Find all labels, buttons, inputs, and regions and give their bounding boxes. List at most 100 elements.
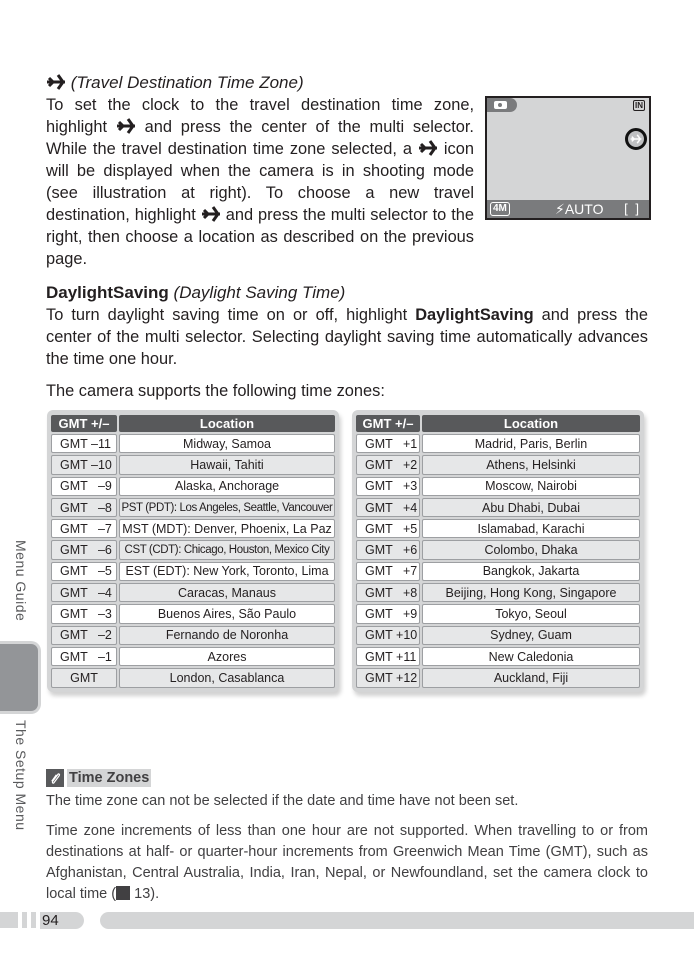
gmt-offset-cell: GMT [51, 668, 117, 688]
location-cell: EST (EDT): New York, Toronto, Lima [119, 561, 335, 582]
location-cell: Islamabad, Karachi [422, 519, 640, 539]
text-span: To turn daylight saving time on or off, … [46, 306, 416, 324]
note-header: Time Zones [46, 768, 152, 788]
location-cell: PST (PDT): Los Angeles, Seattle, Vancouv… [119, 497, 335, 518]
location-cell: Caracas, Manaus [119, 583, 335, 603]
location-cell: Hawaii, Tahiti [119, 455, 335, 475]
page-number: 94 [40, 912, 84, 929]
travel-destination-section: (Travel Destination Time Zone) To set th… [46, 72, 474, 270]
table-row: GMT –3 Buenos Aires, São Paulo [51, 604, 335, 624]
gmt-offset-cell: GMT –4 [51, 583, 117, 603]
image-size-badge: 4M [490, 202, 510, 216]
gmt-offset-cell: GMT +8 [356, 583, 420, 603]
table-row: GMT +4 Abu Dhabi, Dubai [356, 497, 640, 518]
gmt-offset-cell: GMT –8 [51, 497, 117, 518]
focus-area-brackets: [ ] [624, 201, 641, 216]
location-cell: Midway, Samoa [119, 434, 335, 454]
daylight-section-title: DaylightSaving (Daylight Saving Time) [46, 282, 648, 304]
daylight-saving-section: DaylightSaving (Daylight Saving Time) To… [46, 282, 648, 370]
gmt-offset-cell: GMT +11 [356, 646, 420, 667]
table-row: GMT –6 CST (CDT): Chicago, Houston, Mexic… [51, 540, 335, 560]
camera-screen-illustration: IN 4M ⚡AUTO [ ] [485, 96, 651, 220]
table-row: GMT +5 Islamabad, Karachi [356, 519, 640, 539]
table-row: GMT –4 Caracas, Manaus [51, 583, 335, 603]
camera-status-bar: 4M ⚡AUTO [ ] [487, 200, 649, 218]
location-cell: Abu Dhabi, Dubai [422, 497, 640, 518]
timezone-table: GMT +/– Location GMT –11 Midway, Samoa GMT… [49, 413, 337, 690]
travel-paragraph: To set the clock to the travel destinati… [46, 94, 474, 270]
footer-decoration [0, 912, 40, 928]
table-row: GMT +6 Colombo, Dhaka [356, 540, 640, 560]
header-location: Location [422, 415, 640, 432]
travel-section-title: (Travel Destination Time Zone) [46, 72, 474, 94]
footer-bar [31, 912, 36, 928]
gmt-offset-cell: GMT +1 [356, 434, 420, 454]
location-cell: New Caledonia [422, 646, 640, 667]
side-tab-setup-menu[interactable]: The Setup Menu [13, 720, 29, 831]
gmt-offset-cell: GMT –10 [51, 455, 117, 475]
timezone-table-right: GMT +/– Location GMT +1 Madrid, Paris, Be… [352, 410, 644, 692]
daylight-paragraph: To turn daylight saving time on or off, … [46, 304, 648, 370]
flash-mode: ⚡AUTO [555, 200, 603, 218]
airplane-icon [418, 140, 438, 156]
gmt-offset-cell: GMT –5 [51, 561, 117, 582]
footer-bar-long [100, 912, 694, 929]
table-row: GMT –1 Azores [51, 646, 335, 667]
daylight-title-italic: (Daylight Saving Time) [168, 283, 346, 302]
camera-icon [494, 101, 507, 109]
table-row: GMT +10 Sydney, Guam [356, 625, 640, 645]
gmt-offset-cell: GMT +6 [356, 540, 420, 560]
location-cell: Madrid, Paris, Berlin [422, 434, 640, 454]
location-cell: Fernando de Noronha [119, 625, 335, 645]
internal-memory-badge: IN [633, 100, 645, 111]
location-cell: Azores [119, 646, 335, 667]
note-paragraph-2: Time zone increments of less than one ho… [46, 821, 648, 905]
gmt-offset-cell: GMT +12 [356, 668, 420, 688]
table-row: GMT +7 Bangkok, Jakarta [356, 561, 640, 582]
gmt-offset-cell: GMT +10 [356, 625, 420, 645]
flash-icon: ⚡ [555, 201, 565, 217]
gmt-offset-cell: GMT –11 [51, 434, 117, 454]
gmt-offset-cell: GMT –3 [51, 604, 117, 624]
gmt-offset-cell: GMT +5 [356, 519, 420, 539]
airplane-icon [201, 206, 221, 222]
page-reference-link[interactable]: 13 [130, 886, 150, 902]
table-row: GMT +11 New Caledonia [356, 646, 640, 667]
table-row: GMT –9 Alaska, Anchorage [51, 476, 335, 496]
location-cell: Bangkok, Jakarta [422, 561, 640, 582]
timezone-table: GMT +/– Location GMT +1 Madrid, Paris, Be… [354, 413, 642, 690]
location-cell: Athens, Helsinki [422, 455, 640, 475]
table-row: GMT +9 Tokyo, Seoul [356, 604, 640, 624]
shooting-mode-tab [487, 98, 517, 112]
table-row: GMT +3 Moscow, Nairobi [356, 476, 640, 496]
table-row: GMT –5 EST (EDT): New York, Toronto, Lima [51, 561, 335, 582]
header-gmt: GMT +/– [51, 415, 117, 432]
timezone-table-left: GMT +/– Location GMT –11 Midway, Samoa GMT… [47, 410, 339, 692]
table-row: GMT +1 Madrid, Paris, Berlin [356, 434, 640, 454]
text-span-bold: DaylightSaving [415, 306, 534, 324]
gmt-offset-cell: GMT –7 [51, 519, 117, 539]
location-cell: Sydney, Guam [422, 625, 640, 645]
gmt-offset-cell: GMT –6 [51, 540, 117, 560]
gmt-offset-cell: GMT +7 [356, 561, 420, 582]
supported-zones-intro: The camera supports the following time z… [46, 382, 385, 400]
side-tab-menu-guide[interactable]: Menu Guide [13, 540, 29, 621]
header-location: Location [119, 415, 335, 432]
footer-bar [22, 912, 27, 928]
airplane-icon [630, 134, 642, 144]
gmt-offset-cell: GMT +4 [356, 497, 420, 518]
table-row: GMT –10 Hawaii, Tahiti [51, 455, 335, 475]
location-cell: Tokyo, Seoul [422, 604, 640, 624]
gmt-offset-cell: GMT –1 [51, 646, 117, 667]
location-cell: Alaska, Anchorage [119, 476, 335, 496]
location-cell: MST (MDT): Denver, Phoenix, La Paz [119, 519, 335, 539]
pencil-note-icon [46, 769, 64, 787]
side-tab-marker [0, 641, 41, 714]
table-row: GMT +12 Auckland, Fiji [356, 668, 640, 688]
location-cell: CST (CDT): Chicago, Houston, Mexico City [119, 540, 335, 560]
footer-bar [0, 912, 18, 928]
location-cell: London, Casablanca [119, 668, 335, 688]
gmt-offset-cell: GMT –2 [51, 625, 117, 645]
gmt-offset-cell: GMT +3 [356, 476, 420, 496]
page-reference-icon [116, 886, 131, 900]
